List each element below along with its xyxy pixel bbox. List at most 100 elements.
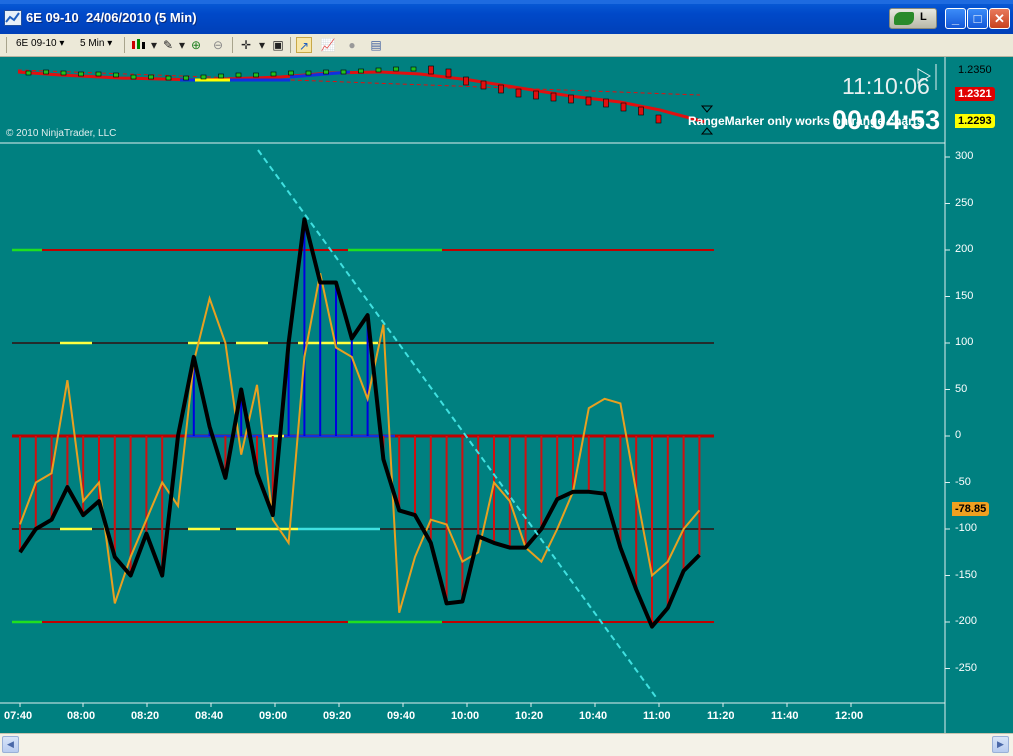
ma-price-marker: 1.2293 [955, 114, 995, 128]
nvidia-label: L [920, 11, 927, 23]
last-price-marker: 1.2321 [955, 87, 995, 101]
toolbar-separator [232, 37, 233, 53]
maximize-button[interactable]: □ [967, 8, 988, 29]
scroll-right-button[interactable]: ▶ [992, 736, 1009, 753]
price-candle [78, 71, 84, 77]
price-candle [410, 66, 417, 72]
x-axis-tick-label: 11:40 [771, 710, 799, 722]
y-axis-tick-label: 200 [955, 243, 974, 255]
minimize-button[interactable]: _ [945, 8, 966, 29]
y-axis-tick-label: -200 [955, 615, 978, 627]
toolbar-separator [290, 37, 291, 53]
price-candle [515, 88, 522, 98]
title-bar-top-strip [0, 0, 1013, 4]
chart-app-icon[interactable] [4, 10, 22, 26]
close-button[interactable]: ✕ [989, 8, 1010, 29]
price-candle [533, 90, 539, 100]
horizontal-scrollbar[interactable]: ◀ ▶ [0, 733, 1013, 756]
price-candle [585, 96, 592, 106]
price-candle [43, 69, 49, 75]
x-axis-tick-label: 09:40 [387, 710, 416, 722]
y-axis-tick-label: 300 [955, 150, 974, 162]
price-candle [428, 65, 434, 75]
strategies-icon[interactable]: ↗ [296, 37, 312, 53]
maximize-icon: □ [973, 11, 982, 26]
price-candle [568, 94, 574, 104]
x-axis-tick-label: 10:00 [451, 710, 480, 722]
price-candle [393, 66, 399, 72]
price-candle [445, 68, 452, 78]
bar-countdown: 00:04:53 [832, 105, 941, 135]
title-bar[interactable]: 6E 09-10 24/06/2010 (5 Min) L _ □ ✕ [0, 0, 1013, 34]
arrow-marker-up [700, 127, 714, 135]
price-candle [498, 84, 504, 94]
chevron-down-icon: ▾ [107, 38, 113, 49]
data-box-icon[interactable]: ▤ [368, 37, 384, 53]
price-candle [200, 74, 207, 80]
moving-average-line [17, 70, 706, 124]
x-axis-tick-label: 10:20 [515, 710, 544, 722]
toolbar-separator [124, 37, 125, 53]
y-axis-tick-label: 50 [955, 382, 968, 395]
x-axis-tick-label: 10:40 [579, 710, 608, 722]
zoom-out-icon[interactable]: ⊖ [210, 37, 226, 53]
price-candle [25, 70, 32, 76]
y-axis-tick-label: -150 [955, 568, 978, 581]
properties-icon[interactable]: ▣ [270, 37, 286, 53]
y-axis-tick-label: 0 [955, 429, 962, 441]
copyright-text: © 2010 NinjaTrader, LLC [6, 128, 117, 139]
interval-label: 5 Min [80, 38, 105, 49]
price-candle [375, 67, 382, 73]
x-axis-tick-label: 07:40 [4, 710, 33, 722]
price-candle [305, 70, 312, 76]
chevron-down-icon: ▾ [59, 38, 65, 49]
price-candle [603, 98, 609, 108]
window-title: 6E 09-10 24/06/2010 (5 Min) [26, 10, 197, 25]
price-candle [218, 73, 224, 79]
price-candle [183, 75, 189, 81]
y-axis-tick-label: -250 [955, 661, 978, 674]
chart-canvas[interactable] [0, 57, 1013, 733]
price-candle [95, 71, 102, 77]
arrow-marker-down [700, 105, 714, 113]
y-axis-tick-label: -50 [955, 475, 971, 488]
price-candle [235, 72, 242, 78]
chart-toolbar: 6E 09-10 ▾ 5 Min ▾ ▾ ✎ ▾ ⊕ ⊖ ✛ ▾ ▣ ↗ 📈 ●… [0, 34, 1013, 57]
cci-line [18, 217, 701, 629]
close-icon: ✕ [994, 11, 1005, 26]
price-candle [463, 76, 469, 86]
nvidia-icon [894, 12, 914, 25]
y-axis-tick-label: 150 [955, 289, 974, 302]
price-candle [620, 102, 627, 112]
price-candle [270, 71, 277, 77]
interval-selector[interactable]: 5 Min ▾ [80, 38, 112, 49]
bar-type-icon[interactable] [130, 37, 146, 53]
x-axis-tick-label: 08:20 [131, 710, 160, 722]
chart-panel[interactable]: © 2010 NinjaTrader, LLC 11:10:06 RangeMa… [0, 57, 1013, 733]
x-axis-tick-label: 08:00 [67, 710, 96, 722]
instrument-selector[interactable]: 6E 09-10 ▾ [16, 38, 64, 49]
price-candle [148, 74, 154, 80]
x-axis-tick-label: 08:40 [195, 710, 224, 722]
indicators-icon[interactable]: 📈 [320, 37, 336, 53]
price-candle [253, 72, 259, 78]
zoom-in-icon[interactable]: ⊕ [188, 37, 204, 53]
price-candle [165, 75, 172, 81]
x-axis-tick-label: 09:20 [323, 710, 352, 722]
price-axis-label: 1.2350 [958, 64, 992, 76]
x-axis-tick-label: 11:00 [643, 710, 671, 722]
crosshair-icon[interactable]: ✛ [238, 37, 254, 53]
x-axis-tick-label: 12:00 [835, 710, 864, 722]
indicator-value-marker: -78.85 [952, 502, 990, 516]
scroll-left-button[interactable]: ◀ [2, 736, 19, 753]
trendline [257, 149, 659, 701]
disabled-icon[interactable]: ● [344, 37, 360, 53]
price-candle [480, 80, 487, 90]
x-axis-tick-label: 09:00 [259, 710, 288, 722]
x-axis-tick-label: 11:20 [707, 710, 735, 722]
chevron-down-icon[interactable]: ▾ [254, 37, 270, 53]
clock-readout: 11:10:06 [842, 73, 930, 99]
price-candle [323, 69, 329, 75]
price-candle [340, 69, 347, 75]
nvidia-tray-button[interactable]: L [889, 8, 937, 29]
